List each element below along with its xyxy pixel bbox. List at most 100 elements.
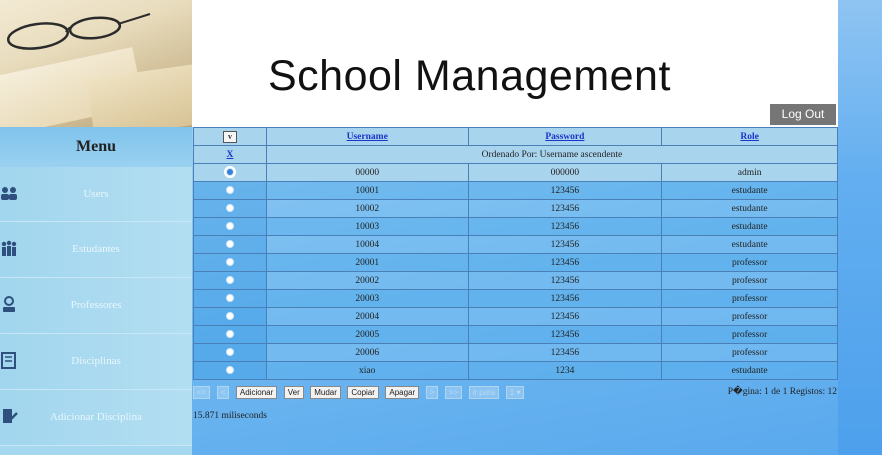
row-select-cell[interactable] <box>193 289 267 308</box>
table-row[interactable]: 10001 123456 estudante <box>193 181 838 200</box>
users-icon <box>1 187 17 200</box>
glasses-icon <box>6 13 151 50</box>
cell-username: 20003 <box>265 289 469 308</box>
header-image <box>0 0 192 127</box>
sort-password-link[interactable]: Password <box>545 132 584 142</box>
cell-password: 123456 <box>467 235 663 254</box>
row-select-cell[interactable] <box>193 217 267 236</box>
cell-username: 00000 <box>265 163 469 182</box>
column-header-username[interactable]: Username <box>265 127 469 146</box>
edit-button[interactable]: Mudar <box>310 386 341 399</box>
sidebar-item-adicionar-disciplina[interactable]: Adicionar Disciplina <box>0 390 192 446</box>
cell-password: 123456 <box>467 181 663 200</box>
table-row[interactable]: 10003 123456 estudante <box>193 217 838 236</box>
order-info: Ordenado Por: Username ascendente <box>265 145 839 164</box>
row-select-cell[interactable] <box>193 343 267 362</box>
row-select-cell[interactable] <box>193 235 267 254</box>
cell-password: 123456 <box>467 289 663 308</box>
first-page-button[interactable]: << <box>193 386 211 399</box>
cell-username: 20002 <box>265 271 469 290</box>
cell-password: 123456 <box>467 307 663 326</box>
row-radio[interactable] <box>225 258 234 267</box>
table-row[interactable]: xiao 1234 estudante <box>193 361 838 380</box>
table-row[interactable]: 00000 000000 admin <box>193 163 838 182</box>
last-page-button[interactable]: >> <box>444 386 463 399</box>
row-radio[interactable] <box>225 240 234 249</box>
table-header-row: v Username Password Role <box>193 127 838 146</box>
row-select-cell[interactable] <box>193 361 267 380</box>
goto-page-button[interactable]: ir para <box>468 386 500 399</box>
cell-username: 20005 <box>265 325 469 344</box>
cell-password: 123456 <box>467 343 663 362</box>
row-radio[interactable] <box>225 366 234 375</box>
table-row[interactable]: 20002 123456 professor <box>193 271 838 290</box>
row-select-cell[interactable] <box>193 163 267 182</box>
view-button[interactable]: Ver <box>283 386 304 399</box>
cell-role: professor <box>661 307 838 326</box>
clear-order-link[interactable]: X <box>227 150 234 160</box>
cell-username: 10001 <box>265 181 469 200</box>
row-radio[interactable] <box>225 312 234 321</box>
row-select-cell[interactable] <box>193 271 267 290</box>
cell-username: 20006 <box>265 343 469 362</box>
table-row[interactable]: 10004 123456 estudante <box>193 235 838 254</box>
row-select-cell[interactable] <box>193 307 267 326</box>
logout-button[interactable]: Log Out <box>770 104 836 125</box>
row-radio[interactable] <box>225 330 234 339</box>
sidebar-item-professores[interactable]: Professores <box>0 278 192 334</box>
clear-order-cell[interactable]: X <box>193 145 267 164</box>
copy-button[interactable]: Copiar <box>347 386 379 399</box>
page-select[interactable]: 1 ▾ <box>505 386 525 399</box>
pager-info: P�gina: 1 de 1 Registos: 12 <box>727 387 837 397</box>
cell-username: 10002 <box>265 199 469 218</box>
sidebar: Menu Users Estudantes Professores Discip… <box>0 127 192 455</box>
sidebar-item-label: Disciplinas <box>71 355 121 367</box>
sidebar-item-disciplinas[interactable]: Disciplinas <box>0 334 192 390</box>
cell-role: estudante <box>661 181 838 200</box>
row-radio[interactable] <box>225 168 234 177</box>
select-all-button[interactable]: v <box>222 130 237 143</box>
row-radio[interactable] <box>225 348 234 357</box>
add-button[interactable]: Adicionar <box>235 386 278 399</box>
select-all-header[interactable]: v <box>193 127 267 146</box>
delete-button[interactable]: Apagar <box>385 386 420 399</box>
row-select-cell[interactable] <box>193 325 267 344</box>
row-select-cell[interactable] <box>193 199 267 218</box>
cell-password: 123456 <box>467 253 663 272</box>
cell-role: estudante <box>661 361 838 380</box>
teacher-icon <box>3 296 15 312</box>
table-row[interactable]: 10002 123456 estudante <box>193 199 838 218</box>
row-select-cell[interactable] <box>193 181 267 200</box>
table-row[interactable]: 20003 123456 professor <box>193 289 838 308</box>
next-page-button[interactable]: > <box>425 386 439 399</box>
table-row[interactable]: 20006 123456 professor <box>193 343 838 362</box>
book-icon <box>1 352 16 369</box>
sidebar-item-estudantes[interactable]: Estudantes <box>0 222 192 278</box>
column-header-role[interactable]: Role <box>661 127 838 146</box>
sort-username-link[interactable]: Username <box>347 132 388 142</box>
table-row[interactable]: 20001 123456 professor <box>193 253 838 272</box>
sort-role-link[interactable]: Role <box>740 132 758 142</box>
row-radio[interactable] <box>225 222 234 231</box>
table-row[interactable]: 20004 123456 professor <box>193 307 838 326</box>
cell-role: estudante <box>661 235 838 254</box>
sidebar-item-label: Professores <box>70 299 122 311</box>
sidebar-item-label: Adicionar Disciplina <box>50 411 142 423</box>
row-radio[interactable] <box>225 186 234 195</box>
cell-username: 20001 <box>265 253 469 272</box>
prev-page-button[interactable]: < <box>216 386 230 399</box>
column-header-password[interactable]: Password <box>467 127 663 146</box>
sidebar-item-users[interactable]: Users <box>0 167 192 222</box>
timing-text: 15.871 miliseconds <box>193 411 267 421</box>
row-radio[interactable] <box>225 276 234 285</box>
cell-role: estudante <box>661 217 838 236</box>
row-select-cell[interactable] <box>193 253 267 272</box>
table-row[interactable]: 20005 123456 professor <box>193 325 838 344</box>
menu-title: Menu <box>0 127 192 167</box>
row-radio[interactable] <box>225 204 234 213</box>
cell-username: 10003 <box>265 217 469 236</box>
order-info-row: X Ordenado Por: Username ascendente <box>193 145 839 164</box>
row-radio[interactable] <box>225 294 234 303</box>
sidebar-item-label: Estudantes <box>72 243 120 255</box>
cell-password: 123456 <box>467 199 663 218</box>
